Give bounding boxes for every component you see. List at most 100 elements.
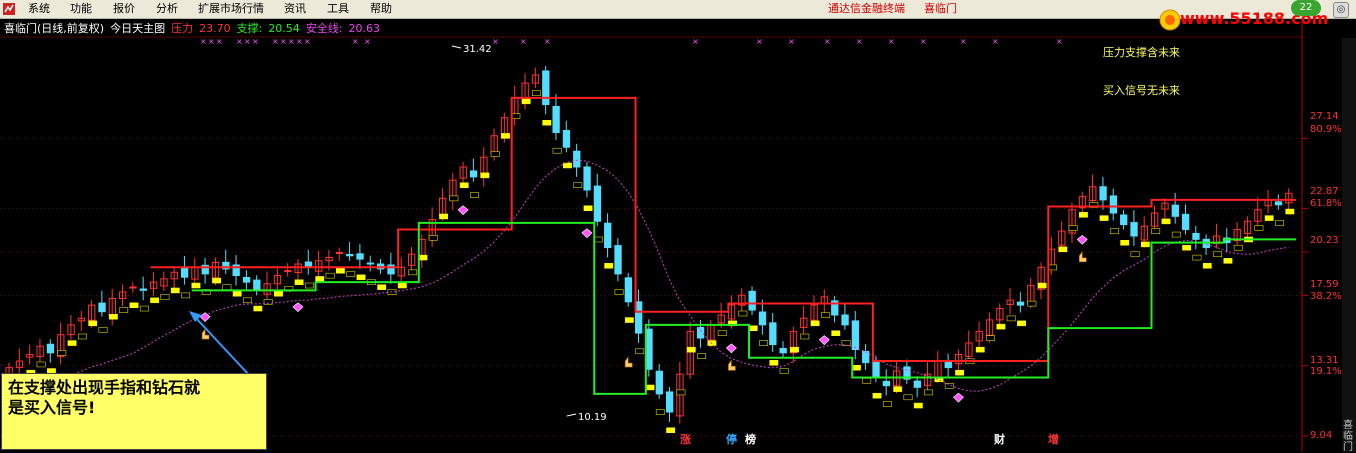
stair-block <box>583 205 593 211</box>
candle-body <box>614 245 622 275</box>
top-marker: × <box>304 37 311 46</box>
stair-block <box>439 213 449 220</box>
stair-block <box>573 182 583 188</box>
stair-block <box>635 348 645 355</box>
top-marker: × <box>216 37 223 46</box>
stair-block <box>831 330 841 336</box>
top-marker: × <box>888 37 895 46</box>
top-marker: × <box>208 37 215 46</box>
stair-block <box>98 327 108 333</box>
stair-block <box>738 310 748 317</box>
stair-block <box>1254 225 1264 231</box>
candle-body <box>284 270 292 273</box>
stair-block <box>1006 315 1016 322</box>
candle-body <box>1274 201 1283 206</box>
y-tick-label: 13.31 <box>1310 355 1339 366</box>
bottom-tag[interactable]: 财 <box>994 431 1005 447</box>
stair-block <box>821 312 830 318</box>
stair-block <box>501 133 510 139</box>
stair-block <box>552 147 562 154</box>
candle-body <box>1120 214 1128 226</box>
stair-block <box>428 235 438 241</box>
bottom-tag[interactable]: 涨 <box>680 431 691 447</box>
stair-block <box>893 386 903 392</box>
stair-block <box>790 346 799 353</box>
y-pct-label: 80.9% <box>1310 124 1342 135</box>
stair-block <box>872 392 882 399</box>
stair-block <box>67 340 77 346</box>
callout-arrow <box>193 315 251 377</box>
stair-block <box>1285 208 1295 215</box>
stair-block <box>1130 251 1140 258</box>
stair-block <box>686 346 696 353</box>
top-marker: × <box>756 37 763 46</box>
candle-body <box>696 326 705 339</box>
candle-body <box>242 276 251 283</box>
candle-body <box>1171 204 1179 217</box>
stair-block <box>779 368 789 374</box>
candle-body <box>562 129 571 148</box>
stair-block <box>253 305 263 312</box>
top-marker: × <box>364 37 371 46</box>
candle-body <box>841 314 849 326</box>
stair-block <box>408 269 418 276</box>
top-marker: × <box>252 37 259 46</box>
stair-block <box>397 282 407 289</box>
top-marker: × <box>1056 37 1063 46</box>
stair-block <box>181 292 191 299</box>
stair-block <box>1068 225 1078 231</box>
stair-block <box>748 325 758 332</box>
y-pct-label: 38.2% <box>1310 291 1342 302</box>
top-marker: × <box>544 37 551 46</box>
diamond-icon <box>1076 234 1088 245</box>
stair-block <box>243 297 252 304</box>
stair-block <box>1223 258 1233 264</box>
candle-body <box>1109 195 1118 214</box>
diamond-icon <box>292 302 304 313</box>
diamond-icon <box>457 205 469 216</box>
stair-block <box>1182 244 1192 251</box>
stair-block <box>1151 228 1161 235</box>
stair-block <box>532 90 541 96</box>
candle-body <box>1099 186 1107 201</box>
stair-block <box>129 302 139 309</box>
y-tick-label: 20.23 <box>1310 235 1339 246</box>
candle-body <box>655 370 663 395</box>
top-marker: × <box>244 37 251 46</box>
callout-line-2: 是买入信号! <box>8 398 96 417</box>
stair-block <box>1079 212 1088 218</box>
candle-body <box>1016 301 1025 306</box>
stair-block <box>666 427 676 433</box>
high-label: 31.42 <box>463 44 492 55</box>
candle-body <box>758 311 767 326</box>
stair-block <box>851 364 861 371</box>
stair-block <box>1171 231 1181 238</box>
stair-block <box>1140 241 1150 248</box>
top-marker: × <box>520 37 527 46</box>
candle-body <box>1192 232 1200 240</box>
stair-block <box>150 297 160 304</box>
top-marker: × <box>692 37 699 46</box>
y-tick-label: 22.87 <box>1310 186 1339 197</box>
stair-block <box>769 360 779 366</box>
stair-block <box>862 378 872 384</box>
stair-block <box>563 162 572 169</box>
candle-body <box>624 277 633 303</box>
y-pct-label: 61.8% <box>1310 198 1342 209</box>
stair-block <box>759 340 768 346</box>
stair-block <box>1120 240 1130 246</box>
stair-block <box>119 307 129 313</box>
stair-block <box>77 333 87 340</box>
top-marker: × <box>200 37 207 46</box>
bottom-tag[interactable]: 榜 <box>745 431 756 447</box>
stair-block <box>955 369 965 376</box>
stair-block <box>882 401 892 407</box>
stair-block <box>986 335 995 341</box>
stair-block <box>377 284 387 290</box>
stair-block <box>975 346 985 353</box>
candle-body <box>346 253 354 257</box>
stair-block <box>521 98 531 105</box>
stair-block <box>1109 228 1119 235</box>
bottom-tag[interactable]: 增 <box>1048 431 1059 447</box>
bottom-tag[interactable]: 停 <box>726 431 737 447</box>
